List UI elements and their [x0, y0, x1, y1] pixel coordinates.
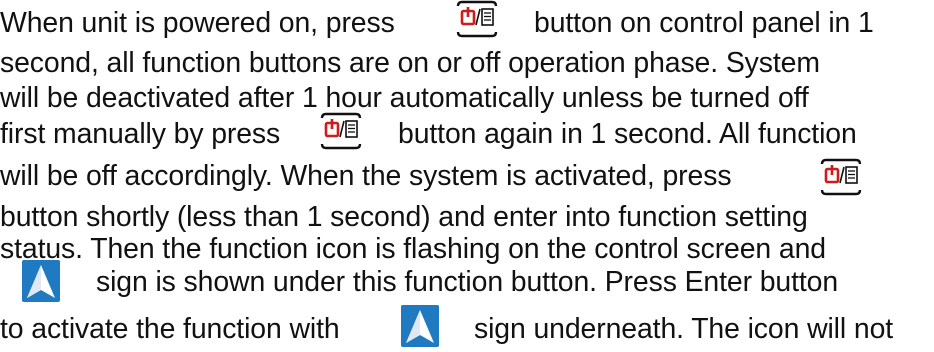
line-1-after: button on control panel in 1 — [534, 7, 874, 39]
text-line-2: second, all function buttons are on or o… — [0, 47, 820, 79]
text-line-1b: button on control panel in 1 — [534, 7, 874, 39]
text-line-5: will be off accordingly. When the system… — [0, 160, 732, 192]
line-5-before: will be off accordingly. When the system… — [0, 160, 732, 192]
text-line-6: button shortly (less than 1 second) and … — [0, 201, 808, 233]
line-1-before: When unit is powered on, press — [0, 7, 395, 39]
line-4-after: button again in 1 second. All function — [398, 118, 857, 150]
text-line-9: to activate the function with — [0, 313, 340, 345]
navigation-arrow-icon — [401, 305, 439, 347]
power-menu-icon — [818, 158, 864, 196]
text-line-9b: sign underneath. The icon will not — [474, 313, 893, 345]
navigation-arrow-icon — [22, 260, 60, 302]
line-4-before: first manually by press — [0, 118, 281, 150]
line-2-text: second, all function buttons are on or o… — [0, 47, 820, 79]
text-line-3: will be deactivated after 1 hour automat… — [0, 82, 809, 114]
line-9-before: to activate the function with — [0, 313, 340, 345]
power-menu-icon — [318, 112, 364, 150]
text-line-8: sign is shown under this function button… — [96, 266, 838, 298]
manual-text-block: When unit is powered on, press button on… — [0, 0, 934, 351]
text-line-7: status. Then the function icon is flashi… — [0, 233, 826, 265]
text-line-1: When unit is powered on, press — [0, 7, 395, 39]
line-7-text: status. Then the function icon is flashi… — [0, 233, 826, 265]
line-8-after: sign is shown under this function button… — [96, 266, 839, 298]
line-3-text: will be deactivated after 1 hour automat… — [0, 82, 809, 114]
line-9-after: sign underneath. The icon will not — [474, 313, 894, 345]
text-line-4b: button again in 1 second. All function — [398, 118, 857, 150]
text-line-4: first manually by press — [0, 118, 280, 150]
power-menu-icon — [454, 0, 500, 38]
line-6-text: button shortly (less than 1 second) and … — [0, 201, 808, 233]
